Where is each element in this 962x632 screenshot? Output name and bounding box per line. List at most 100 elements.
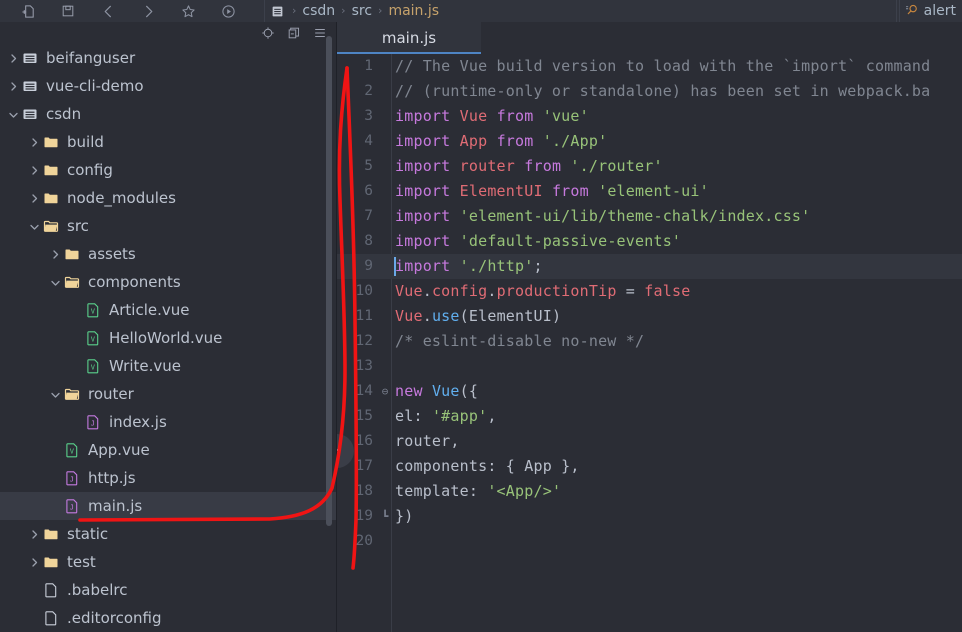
tree-item-vue-cli-demo[interactable]: vue-cli-demo <box>0 72 336 100</box>
code-text: // The Vue build version to load with th… <box>395 54 930 79</box>
tree-item-index-js[interactable]: Jindex.js <box>0 408 336 436</box>
code-token: ElementUI <box>468 307 552 325</box>
tree-item-assets[interactable]: assets <box>0 240 336 268</box>
breadcrumb-item-src[interactable]: src <box>350 0 374 22</box>
search-everywhere-box[interactable]: alert <box>895 0 962 22</box>
code-token: ) <box>551 307 562 325</box>
forward-arrow-icon[interactable] <box>128 0 168 22</box>
vue-file-icon: V <box>62 436 82 464</box>
sidebar-toolbar <box>0 22 336 44</box>
code-token: App <box>524 457 552 475</box>
bookmark-star-icon[interactable] <box>168 0 208 22</box>
breadcrumb-item-main-js[interactable]: main.js <box>386 0 441 22</box>
code-line[interactable]: 18 template: '<App/>' <box>337 479 962 504</box>
code-line[interactable]: 20 <box>337 529 962 554</box>
back-arrow-icon[interactable] <box>88 0 128 22</box>
tree-item-components[interactable]: components <box>0 268 336 296</box>
code-line[interactable]: 7 import 'element-ui/lib/theme-chalk/inde… <box>337 204 962 229</box>
tree-item-label: main.js <box>88 497 143 515</box>
chevron-down-icon[interactable] <box>6 100 20 128</box>
run-icon[interactable] <box>208 0 248 22</box>
tree-item-http-js[interactable]: Jhttp.js <box>0 464 336 492</box>
file-icon <box>271 5 284 18</box>
code-token: router <box>459 157 525 175</box>
code-line[interactable]: 1 // The Vue build version to load with t… <box>337 54 962 79</box>
chevron-right-icon[interactable] <box>27 520 41 548</box>
tree-item-config[interactable]: config <box>0 156 336 184</box>
chevron-right-icon[interactable] <box>27 156 41 184</box>
tree-item-label: index.js <box>109 413 167 431</box>
code-line[interactable]: 8 import 'default-passive-events' <box>337 229 962 254</box>
chevron-right-icon[interactable] <box>48 240 62 268</box>
code-line[interactable]: 6 import ElementUI from 'element-ui' <box>337 179 962 204</box>
code-line[interactable]: 2 // (runtime-only or standalone) has bee… <box>337 79 962 104</box>
ide-window: › csdn › src › main.js alert beifanguser… <box>0 0 962 632</box>
code-token: router <box>395 432 451 450</box>
tree-item-label: static <box>67 525 109 543</box>
chevron-down-icon[interactable] <box>48 268 62 296</box>
tree-item-src[interactable]: src <box>0 212 336 240</box>
save-icon[interactable] <box>48 0 88 22</box>
code-fold-marker[interactable]: ┗ <box>379 504 391 529</box>
code-line[interactable]: 16 router, <box>337 429 962 454</box>
code-text: Vue.use(ElementUI) <box>395 304 561 329</box>
line-number: 19 <box>355 508 373 524</box>
code-line[interactable]: 9 import './http'; <box>337 254 962 279</box>
code-token: Vue <box>395 307 423 325</box>
code-text: new Vue({ <box>395 379 478 404</box>
tree-item-beifanguser[interactable]: beifanguser <box>0 44 336 72</box>
code-line[interactable]: 19 ┗}) <box>337 504 962 529</box>
code-token: from <box>496 132 543 150</box>
tree-item-router[interactable]: router <box>0 380 336 408</box>
svg-text:J: J <box>70 475 74 483</box>
code-token: Vue <box>395 282 423 300</box>
code-line[interactable]: 5 import router from './router' <box>337 154 962 179</box>
collapse-all-icon[interactable] <box>286 25 302 41</box>
tree-item-build[interactable]: build <box>0 128 336 156</box>
code-line[interactable]: 13 <box>337 354 962 379</box>
tree-item-main-js[interactable]: Jmain.js <box>0 492 336 520</box>
new-file-icon[interactable] <box>8 0 48 22</box>
tab-main-js[interactable]: main.js <box>337 22 481 54</box>
tree-item-app-vue[interactable]: V App.vue <box>0 436 336 464</box>
code-line[interactable]: 11 Vue.use(ElementUI) <box>337 304 962 329</box>
tree-item-label: router <box>88 385 134 403</box>
chevron-right-icon[interactable] <box>27 128 41 156</box>
line-number: 2 <box>364 83 373 99</box>
tree-item-editorconfig[interactable]: .editorconfig <box>0 604 336 632</box>
code-line[interactable]: 10 Vue.config.productionTip = false <box>337 279 962 304</box>
code-token: 'default-passive-events' <box>459 232 682 250</box>
tree-item-label: HelloWorld.vue <box>109 329 223 347</box>
locate-target-icon[interactable] <box>260 25 276 41</box>
tree-item-node-modules[interactable]: node_modules <box>0 184 336 212</box>
chevron-down-icon[interactable] <box>48 380 62 408</box>
breadcrumb-item-csdn[interactable]: csdn <box>300 0 337 22</box>
breadcrumb: › csdn › src › main.js <box>264 0 900 22</box>
code-token: App <box>459 132 497 150</box>
code-area[interactable]: 1 // The Vue build version to load with t… <box>337 54 962 632</box>
breadcrumb-separator: › <box>341 4 346 17</box>
code-line[interactable]: 17 components: { App }, <box>337 454 962 479</box>
code-line[interactable]: 15 el: '#app', <box>337 404 962 429</box>
tree-item-babelrc[interactable]: .babelrc <box>0 576 336 604</box>
chevron-right-icon[interactable] <box>27 548 41 576</box>
code-line[interactable]: 12 /* eslint-disable no-new */ <box>337 329 962 354</box>
code-line[interactable]: 4 import App from './App' <box>337 129 962 154</box>
code-line[interactable]: 14 ⊖ new Vue({ <box>337 379 962 404</box>
code-token: ({ <box>459 382 479 400</box>
tree-item-helloworld-vue[interactable]: V HelloWorld.vue <box>0 324 336 352</box>
chevron-right-icon[interactable] <box>6 72 20 100</box>
tree-item-write-vue[interactable]: V Write.vue <box>0 352 336 380</box>
tree-item-article-vue[interactable]: V Article.vue <box>0 296 336 324</box>
tree-item-csdn[interactable]: csdn <box>0 100 336 128</box>
code-line[interactable]: 3 import Vue from 'vue' <box>337 104 962 129</box>
chevron-down-icon[interactable] <box>27 212 41 240</box>
sidebar-scrollbar[interactable] <box>326 22 334 632</box>
code-fold-marker[interactable]: ⊖ <box>379 379 391 404</box>
tree-item-test[interactable]: test <box>0 548 336 576</box>
code-text: import ElementUI from 'element-ui' <box>395 179 709 204</box>
chevron-right-icon[interactable] <box>6 44 20 72</box>
chevron-right-icon[interactable] <box>27 184 41 212</box>
line-number: 9 <box>364 258 373 274</box>
tree-item-static[interactable]: static <box>0 520 336 548</box>
